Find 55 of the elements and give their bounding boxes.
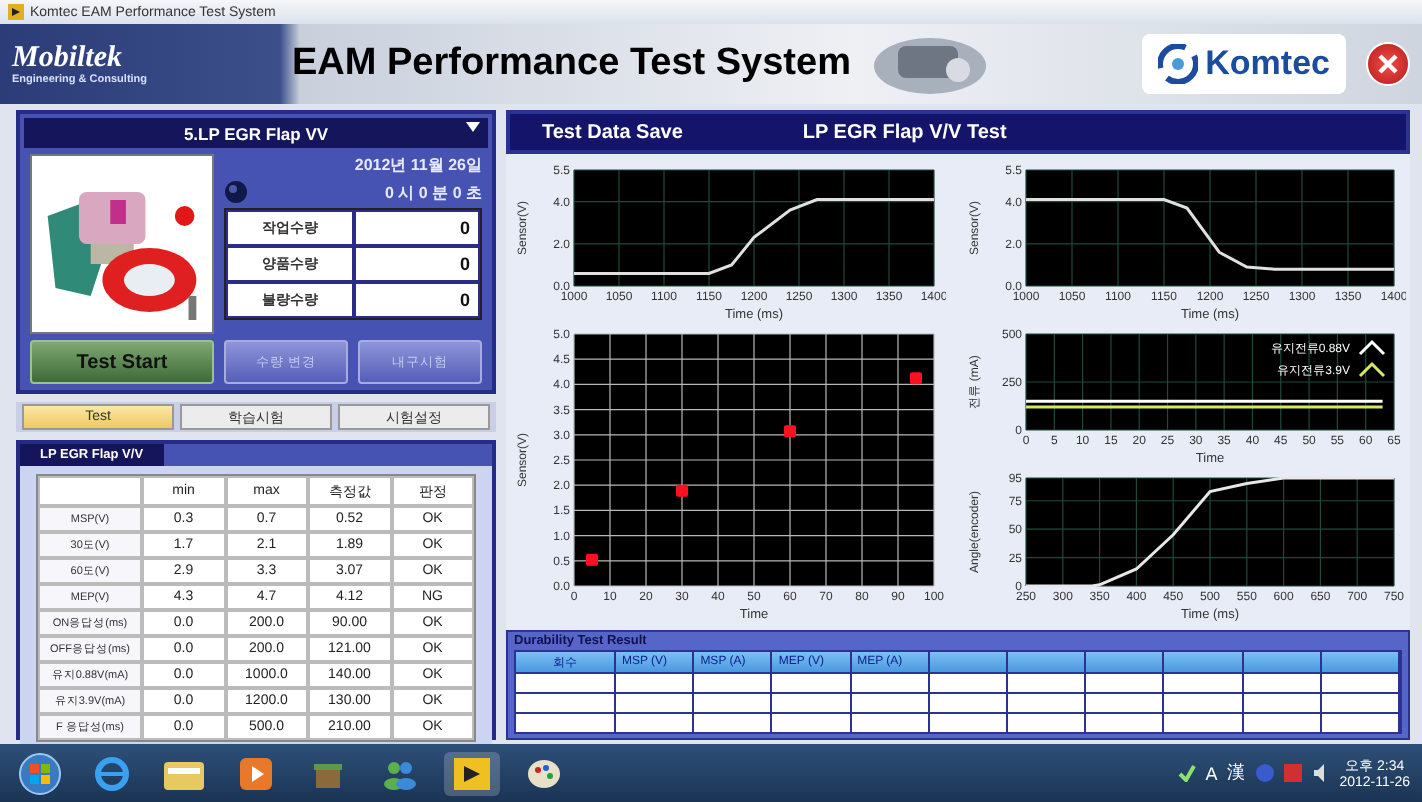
count-value: 0 <box>353 282 480 318</box>
close-button[interactable] <box>1366 42 1410 86</box>
windows-orb-icon <box>18 751 62 795</box>
globe-icon <box>94 755 130 791</box>
logo-text: Mobiltek <box>12 43 124 73</box>
app-icon <box>8 4 24 20</box>
model-dropdown[interactable]: 5.LP EGR Flap VV <box>24 118 488 148</box>
table-cell <box>1008 672 1087 692</box>
table-cell <box>1243 672 1322 692</box>
app-title: EAM Performance Test System <box>292 42 851 86</box>
labview-taskbar-icon[interactable] <box>444 751 500 795</box>
table-cell <box>929 672 1008 692</box>
table-cell <box>1164 672 1244 692</box>
caret-icon <box>466 122 480 132</box>
table-cell <box>616 692 695 712</box>
table-cell <box>772 672 852 692</box>
date-text: 2012년 11월 26일 <box>354 154 482 176</box>
input-mode-indicator[interactable]: 漢 <box>1227 760 1246 786</box>
table-cell <box>1243 692 1322 712</box>
table-cell <box>1008 692 1087 712</box>
input-mode-indicator[interactable]: A <box>1205 763 1218 783</box>
data-point <box>910 372 922 385</box>
speaker-icon <box>1311 764 1330 782</box>
palette-icon <box>526 757 562 789</box>
table-cell <box>851 672 930 692</box>
table-cell <box>694 692 773 712</box>
legend-swatch-icon <box>1358 361 1386 378</box>
table-cell <box>1086 692 1165 712</box>
table-cell <box>1164 692 1244 712</box>
legend-swatch-icon <box>1358 339 1386 356</box>
close-icon <box>1378 54 1398 74</box>
table-cell <box>929 692 1008 712</box>
play-icon <box>240 757 272 789</box>
flag-icon <box>1283 764 1302 782</box>
swirl-icon <box>1157 44 1198 84</box>
time-text: 0 시 0 분 0 초 <box>385 182 482 204</box>
table-cell <box>616 672 695 692</box>
save-button[interactable]: Test Data Save <box>542 121 683 143</box>
people-icon <box>382 757 418 789</box>
folder-icon <box>164 757 204 789</box>
table-cell <box>38 476 142 506</box>
count-value: 0 <box>353 246 480 282</box>
arrow-board-icon <box>454 757 490 789</box>
help-icon <box>1255 764 1274 782</box>
status-light-icon <box>224 180 248 204</box>
start-button[interactable]: Test Start <box>30 340 214 384</box>
count-value: 0 <box>353 210 480 246</box>
check-icon <box>1177 764 1196 782</box>
table-cell <box>851 692 930 712</box>
brand-name: Komtec <box>1205 44 1330 84</box>
table-cell <box>772 692 852 712</box>
test-title: LP EGR Flap V/V Test <box>802 121 1007 143</box>
table-cell <box>694 672 773 692</box>
table-cell <box>1086 672 1165 692</box>
data-point <box>784 425 796 438</box>
